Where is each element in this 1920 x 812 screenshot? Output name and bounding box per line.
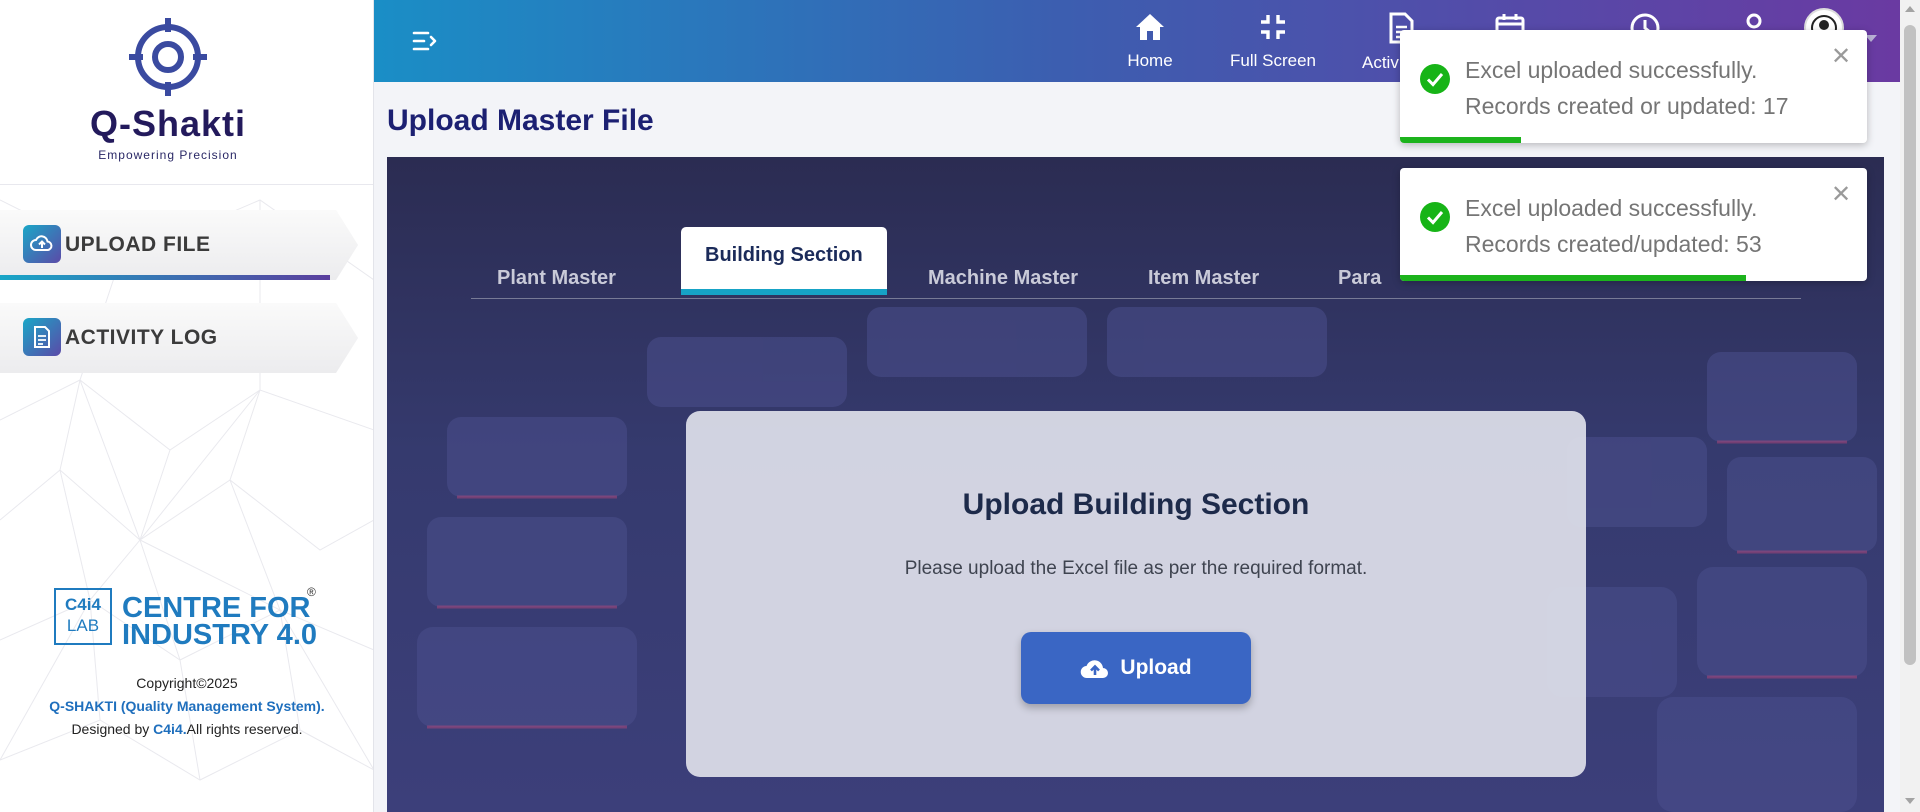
toast-progress-bar <box>1400 137 1522 143</box>
cloud-upload-icon <box>1081 660 1109 679</box>
home-button[interactable]: Home <box>1120 12 1180 71</box>
system-name: Q-SHAKTI (Quality Management System). <box>49 698 325 714</box>
designed-by: Designed by C4i4.All rights reserved. <box>71 721 303 737</box>
c4i4-name: CENTRE FOR INDUSTRY 4.0 <box>122 592 317 651</box>
toast-message: Excel uploaded successfully. Records cre… <box>1465 57 1789 119</box>
toast-message: Excel uploaded successfully. Records cre… <box>1465 195 1762 257</box>
upload-card-subtitle: Please upload the Excel file as per the … <box>904 558 1368 579</box>
copyright: Copyright©2025 Q-SHAKTI (Quality Managem… <box>0 672 373 741</box>
crosshair-logo-icon <box>129 18 207 96</box>
tab-plant-master[interactable]: Plant Master <box>497 249 616 299</box>
brand-tagline: Empowering Precision <box>98 148 238 162</box>
sidebar: Q-Shakti Empowering Precision UPLOAD FIL… <box>0 0 374 812</box>
tab-machine-master[interactable]: Machine Master <box>928 249 1078 299</box>
sidebar-item-upload-file[interactable]: UPLOAD FILE <box>0 210 358 280</box>
page-title: Upload Master File <box>387 104 654 137</box>
toast-progress-bar <box>1400 275 1746 281</box>
menu-toggle-icon[interactable] <box>410 26 440 56</box>
tab-parameter[interactable]: Para <box>1338 249 1381 299</box>
fullscreen-exit-icon <box>1261 15 1285 39</box>
page-scrollbar[interactable] <box>1900 0 1920 812</box>
logo: Q-Shakti Empowering Precision <box>0 0 373 185</box>
close-icon[interactable]: ✕ <box>1831 180 1851 209</box>
sidebar-item-label: UPLOAD FILE <box>65 233 211 256</box>
copyright-year: Copyright©2025 <box>136 675 238 691</box>
close-icon[interactable]: ✕ <box>1831 42 1851 71</box>
toast-notification: Excel uploaded successfully. Records cre… <box>1400 168 1867 281</box>
brand-name: Q-Shakti <box>89 103 247 144</box>
toast-notification: Excel uploaded successfully. Records cre… <box>1400 30 1867 143</box>
upload-button-label: Upload <box>1120 656 1192 679</box>
document-icon <box>23 318 61 356</box>
cloud-upload-icon <box>23 225 61 263</box>
success-check-icon <box>1420 202 1450 232</box>
tab-item-master[interactable]: Item Master <box>1148 249 1259 299</box>
c4i4-link[interactable]: C4i4. <box>153 721 186 737</box>
scrollbar-thumb[interactable] <box>1904 25 1916 665</box>
sidebar-item-label: ACTIVITY LOG <box>65 326 218 349</box>
upload-card-title: Upload Building Section <box>962 488 1310 521</box>
success-check-icon <box>1420 64 1450 94</box>
full-screen-button[interactable]: Full Screen <box>1218 12 1328 71</box>
tab-building-section[interactable]: Building Section <box>681 227 887 295</box>
scroll-down-icon[interactable] <box>1905 798 1915 804</box>
home-icon <box>1136 14 1164 40</box>
scroll-up-icon[interactable] <box>1905 6 1915 12</box>
registered-mark: ® <box>307 585 316 599</box>
upload-button[interactable]: Upload <box>1021 632 1251 704</box>
c4i4-box: C4i4 LAB <box>54 588 112 645</box>
upload-card: Upload Building Section Please upload th… <box>686 411 1586 777</box>
sidebar-item-activity-log[interactable]: ACTIVITY LOG <box>0 303 358 373</box>
